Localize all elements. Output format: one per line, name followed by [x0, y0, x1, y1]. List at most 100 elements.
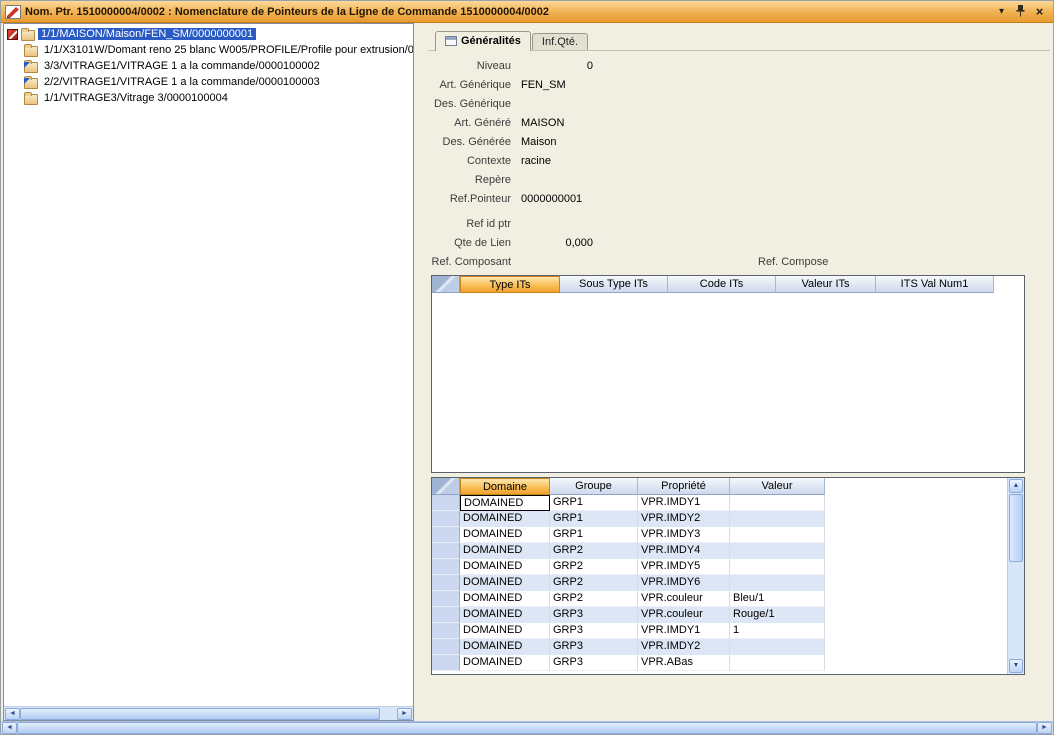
table-cell[interactable]: [730, 639, 825, 655]
row-selector[interactable]: [432, 495, 460, 511]
table-cell[interactable]: [730, 543, 825, 559]
table-cell[interactable]: [730, 495, 825, 511]
table-cell[interactable]: GRP3: [550, 623, 638, 639]
scroll-thumb[interactable]: [1009, 494, 1023, 562]
tree-item-label[interactable]: 1/1/X3101W/Domant reno 25 blanc W005/PRO…: [41, 44, 413, 56]
tree-item-label[interactable]: 1/1/MAISON/Maison/FEN_SM/0000000001: [38, 28, 256, 40]
pin-button[interactable]: [1013, 4, 1028, 20]
table-cell[interactable]: GRP3: [550, 639, 638, 655]
table-cell[interactable]: Bleu/1: [730, 591, 825, 607]
row-selector[interactable]: [432, 639, 460, 655]
table-cell[interactable]: DOMAINED: [460, 655, 550, 671]
field-value[interactable]: 0,000: [521, 237, 593, 249]
table-cell[interactable]: DOMAINED: [460, 623, 550, 639]
row-selector[interactable]: [432, 623, 460, 639]
tree-item[interactable]: 3/3/VITRAGE1/VITRAGE 1 a la commande/000…: [4, 58, 413, 74]
field-value[interactable]: racine: [521, 155, 551, 167]
table-cell[interactable]: [730, 575, 825, 591]
row-selector[interactable]: [432, 655, 460, 671]
table-cell[interactable]: GRP1: [550, 527, 638, 543]
table-cell[interactable]: VPR.IMDY4: [638, 543, 730, 559]
table-cell[interactable]: DOMAINED: [460, 543, 550, 559]
table-cell[interactable]: DOMAINED: [460, 639, 550, 655]
table-cell[interactable]: DOMAINED: [460, 559, 550, 575]
table-cell[interactable]: GRP2: [550, 543, 638, 559]
column-header[interactable]: Valeur: [730, 478, 825, 495]
table-cell[interactable]: VPR.couleur: [638, 591, 730, 607]
close-button[interactable]: ×: [1032, 4, 1047, 20]
table-cell[interactable]: VPR.IMDY1: [638, 623, 730, 639]
table-cell[interactable]: GRP2: [550, 575, 638, 591]
table-cell[interactable]: [730, 527, 825, 543]
titlebar[interactable]: Nom. Ptr. 1510000004/0002 : Nomenclature…: [1, 1, 1053, 23]
table-cell[interactable]: DOMAINED: [460, 527, 550, 543]
domain-table-scrollbar[interactable]: ▲ ▼: [1007, 478, 1024, 674]
window-menu-button[interactable]: ▾: [994, 4, 1009, 20]
table-row[interactable]: DOMAINEDGRP2VPR.IMDY5: [432, 559, 1024, 575]
column-header[interactable]: Groupe: [550, 478, 638, 495]
field-value[interactable]: FEN_SM: [521, 79, 566, 91]
table-row[interactable]: DOMAINEDGRP2VPR.IMDY6: [432, 575, 1024, 591]
table-cell[interactable]: VPR.IMDY2: [638, 511, 730, 527]
table-cell[interactable]: VPR.IMDY3: [638, 527, 730, 543]
scroll-up-button[interactable]: ▲: [1009, 479, 1023, 493]
row-selector[interactable]: [432, 511, 460, 527]
table-cell[interactable]: 1: [730, 623, 825, 639]
table-cell[interactable]: GRP3: [550, 655, 638, 671]
field-value[interactable]: Maison: [521, 136, 556, 148]
scroll-thumb[interactable]: [20, 708, 380, 720]
table-row[interactable]: DOMAINEDGRP2VPR.couleurBleu/1: [432, 591, 1024, 607]
table-cell[interactable]: VPR.IMDY2: [638, 639, 730, 655]
tree-item-label[interactable]: 1/1/VITRAGE3/Vitrage 3/0000100004: [41, 92, 231, 104]
scroll-left-button[interactable]: ◄: [2, 722, 17, 734]
window-horizontal-scrollbar[interactable]: ◄ ►: [1, 721, 1053, 734]
table-row[interactable]: DOMAINEDGRP1VPR.IMDY3: [432, 527, 1024, 543]
field-value[interactable]: 0000000001: [521, 193, 582, 205]
scroll-thumb[interactable]: [17, 722, 1037, 734]
column-header[interactable]: Sous Type ITs: [560, 276, 668, 293]
table-row[interactable]: DOMAINEDGRP3VPR.ABas: [432, 655, 1024, 671]
table-cell[interactable]: DOMAINED: [460, 607, 550, 623]
scroll-left-button[interactable]: ◄: [5, 708, 20, 720]
row-selector-corner[interactable]: [432, 478, 460, 495]
tree-item[interactable]: 1/1/X3101W/Domant reno 25 blanc W005/PRO…: [4, 42, 413, 58]
tree-item[interactable]: 1/1/MAISON/Maison/FEN_SM/0000000001: [4, 26, 413, 42]
tree-item-label[interactable]: 2/2/VITRAGE1/VITRAGE 1 a la commande/000…: [41, 76, 323, 88]
row-selector-corner[interactable]: [432, 276, 460, 293]
field-value[interactable]: MAISON: [521, 117, 564, 129]
scroll-right-button[interactable]: ►: [397, 708, 412, 720]
table-cell[interactable]: DOMAINED: [460, 575, 550, 591]
scroll-down-button[interactable]: ▼: [1009, 659, 1023, 673]
column-header[interactable]: ITS Val Num1: [876, 276, 994, 293]
table-row[interactable]: DOMAINEDGRP3VPR.IMDY11: [432, 623, 1024, 639]
table-cell[interactable]: GRP1: [550, 495, 638, 511]
table-row[interactable]: DOMAINEDGRP3VPR.IMDY2: [432, 639, 1024, 655]
table-cell[interactable]: [730, 511, 825, 527]
column-header[interactable]: Domaine: [460, 478, 550, 495]
row-selector[interactable]: [432, 591, 460, 607]
table-cell[interactable]: GRP3: [550, 607, 638, 623]
column-header[interactable]: Code ITs: [668, 276, 776, 293]
row-selector[interactable]: [432, 575, 460, 591]
tab-inf-qte[interactable]: Inf.Qté.: [532, 33, 588, 50]
column-header[interactable]: Valeur ITs: [776, 276, 876, 293]
table-cell[interactable]: VPR.IMDY5: [638, 559, 730, 575]
scroll-right-button[interactable]: ►: [1037, 722, 1052, 734]
table-cell[interactable]: [730, 559, 825, 575]
row-selector[interactable]: [432, 543, 460, 559]
table-cell[interactable]: [730, 655, 825, 671]
tree-item-label[interactable]: 3/3/VITRAGE1/VITRAGE 1 a la commande/000…: [41, 60, 323, 72]
table-cell[interactable]: VPR.IMDY1: [638, 495, 730, 511]
row-selector[interactable]: [432, 527, 460, 543]
table-cell[interactable]: DOMAINED: [460, 511, 550, 527]
row-selector[interactable]: [432, 559, 460, 575]
table-row[interactable]: DOMAINEDGRP1VPR.IMDY1: [432, 495, 1024, 511]
field-value[interactable]: 0: [521, 60, 593, 72]
tab-generalites[interactable]: Généralités: [435, 31, 531, 51]
table-row[interactable]: DOMAINEDGRP1VPR.IMDY2: [432, 511, 1024, 527]
tree-item[interactable]: 2/2/VITRAGE1/VITRAGE 1 a la commande/000…: [4, 74, 413, 90]
row-selector[interactable]: [432, 607, 460, 623]
table-cell[interactable]: GRP2: [550, 559, 638, 575]
table-cell[interactable]: DOMAINED: [460, 495, 550, 511]
table-cell[interactable]: GRP2: [550, 591, 638, 607]
